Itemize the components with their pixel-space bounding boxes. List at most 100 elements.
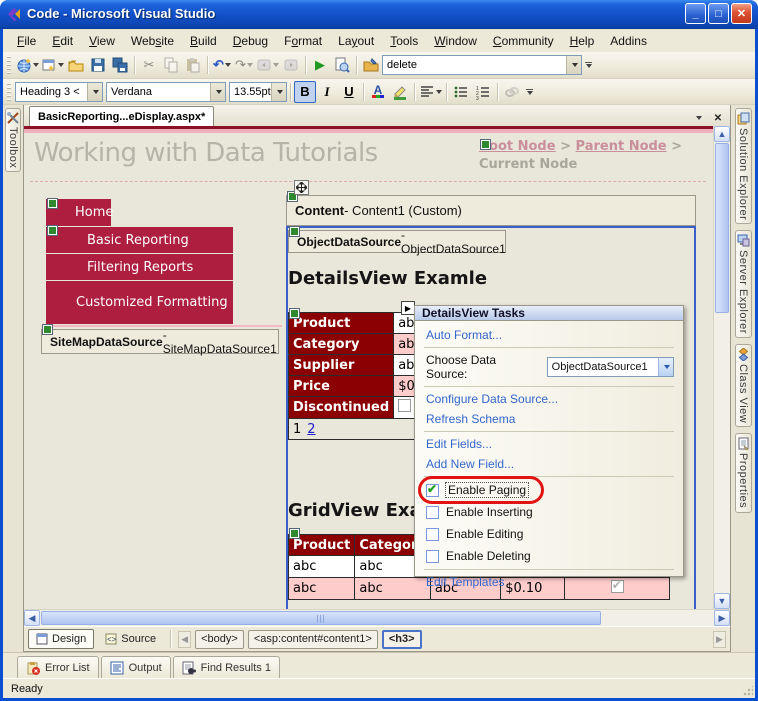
menu-view[interactable]: View bbox=[81, 31, 123, 51]
menu-community[interactable]: Community bbox=[485, 31, 562, 51]
data-source-combobox[interactable]: ObjectDataSource1 bbox=[546, 357, 674, 377]
add-new-item-button[interactable] bbox=[40, 54, 65, 76]
menu-debug[interactable]: Debug bbox=[225, 31, 276, 51]
save-button[interactable] bbox=[87, 54, 109, 76]
style-combobox-dropdown[interactable] bbox=[87, 82, 102, 101]
add-new-field-link[interactable]: Add New Field... bbox=[424, 454, 674, 474]
toolbox-tab[interactable]: Toolbox bbox=[5, 108, 21, 173]
scroll-left-button[interactable]: ◀ bbox=[24, 610, 40, 626]
paste-button[interactable] bbox=[182, 54, 204, 76]
font-size-combobox-value[interactable]: 13.55pt bbox=[230, 86, 271, 98]
font-combobox-value[interactable]: Verdana bbox=[107, 86, 210, 98]
tag-navigator-left-arrow[interactable]: ◀ bbox=[178, 630, 192, 648]
solution-explorer-tab[interactable]: Solution Explorer bbox=[734, 108, 752, 225]
align-button[interactable] bbox=[418, 81, 443, 103]
vertical-scroll-thumb[interactable] bbox=[715, 143, 729, 313]
toolbar-overflow-button[interactable] bbox=[582, 54, 594, 76]
copy-button[interactable] bbox=[160, 54, 182, 76]
pager-page-link[interactable]: 2 bbox=[307, 422, 315, 437]
navigate-backward-button[interactable] bbox=[255, 54, 280, 76]
resize-grip[interactable] bbox=[743, 686, 753, 696]
edit-fields-link[interactable]: Edit Fields... bbox=[424, 434, 674, 454]
error-list-tab[interactable]: Error List bbox=[17, 656, 99, 678]
toolbar-grip[interactable] bbox=[7, 56, 11, 74]
horizontal-scroll-thumb[interactable] bbox=[41, 611, 601, 625]
title-bar[interactable]: Code - Microsoft Visual Studio _ □ ✕ bbox=[0, 0, 758, 29]
menu-help[interactable]: Help bbox=[562, 31, 603, 51]
tab-list-dropdown-button[interactable] bbox=[690, 110, 706, 126]
style-combobox-value[interactable]: Heading 3 < bbox=[16, 86, 87, 98]
numbered-list-button[interactable]: 123 bbox=[472, 81, 494, 103]
menu-build[interactable]: Build bbox=[182, 31, 225, 51]
scroll-down-button[interactable]: ▼ bbox=[714, 593, 730, 609]
enable-editing-checkbox[interactable] bbox=[426, 527, 439, 541]
vertical-scrollbar[interactable]: ▲ ▼ bbox=[713, 126, 730, 609]
server-explorer-tab[interactable]: Server Explorer bbox=[734, 230, 752, 339]
font-combobox[interactable]: Verdana bbox=[106, 81, 226, 102]
italic-button[interactable]: I bbox=[316, 81, 338, 103]
nav-item-basic-reporting[interactable]: Basic Reporting bbox=[46, 227, 233, 253]
menu-website[interactable]: Website bbox=[123, 31, 182, 51]
auto-format-link[interactable]: Auto Format... bbox=[424, 325, 674, 345]
bullet-list-button[interactable] bbox=[450, 81, 472, 103]
menu-tools[interactable]: Tools bbox=[382, 31, 426, 51]
bold-button[interactable]: B bbox=[294, 80, 316, 103]
breadcrumb-parent-link[interactable]: Parent Node bbox=[576, 139, 667, 154]
find-in-files-button[interactable] bbox=[360, 54, 382, 76]
font-size-combobox[interactable]: 13.55pt bbox=[229, 81, 287, 102]
content-control-header[interactable]: Content - Content1 (Custom) bbox=[286, 195, 696, 226]
find-combobox-dropdown[interactable] bbox=[566, 56, 581, 74]
data-source-combobox-dropdown[interactable] bbox=[658, 358, 673, 376]
enable-paging-checkbox[interactable] bbox=[426, 482, 439, 497]
cut-button[interactable]: ✂ bbox=[138, 54, 160, 76]
horizontal-scrollbar[interactable]: ◀ ▶ bbox=[24, 609, 730, 626]
tag-navigator-right-arrow[interactable]: ▶ bbox=[713, 630, 726, 648]
start-debugging-button[interactable]: ▶ bbox=[309, 54, 331, 76]
menu-addins[interactable]: Addins bbox=[602, 31, 655, 51]
menu-edit[interactable]: Edit bbox=[44, 31, 81, 51]
data-source-combobox-value[interactable]: ObjectDataSource1 bbox=[548, 361, 658, 373]
undo-button[interactable]: ↶ bbox=[211, 54, 233, 76]
source-view-button[interactable]: <> Source bbox=[98, 629, 163, 649]
output-tab[interactable]: Output bbox=[100, 656, 171, 678]
nav-item-filtering-reports[interactable]: Filtering Reports bbox=[46, 254, 233, 280]
menu-file[interactable]: File bbox=[9, 31, 44, 51]
design-surface[interactable]: Working with Data Tutorials Root Node > … bbox=[24, 126, 713, 609]
find-combobox-value[interactable]: delete bbox=[383, 59, 566, 71]
close-document-button[interactable]: ✕ bbox=[710, 110, 726, 126]
edit-templates-link[interactable]: Edit Templates bbox=[424, 572, 674, 592]
move-handle-icon[interactable] bbox=[294, 180, 309, 195]
scroll-right-button[interactable]: ▶ bbox=[714, 610, 730, 626]
underline-button[interactable]: U bbox=[338, 81, 360, 103]
new-website-button[interactable] bbox=[15, 54, 40, 76]
enable-inserting-checkbox[interactable] bbox=[426, 505, 439, 519]
objectdatasource-control[interactable]: ObjectDataSource - ObjectDataSource1 bbox=[288, 228, 506, 256]
hyperlink-button[interactable] bbox=[501, 81, 523, 103]
font-color-button[interactable]: A bbox=[367, 81, 389, 103]
close-button[interactable]: ✕ bbox=[731, 3, 752, 24]
navigate-forward-button[interactable] bbox=[280, 54, 302, 76]
smart-tag-button[interactable]: ▶ bbox=[401, 301, 415, 315]
find-combobox[interactable]: delete bbox=[382, 55, 582, 75]
discontinued-checkbox[interactable] bbox=[398, 399, 412, 412]
view-in-browser-button[interactable] bbox=[331, 54, 353, 76]
save-all-button[interactable] bbox=[109, 54, 131, 76]
open-file-button[interactable] bbox=[65, 54, 87, 76]
document-tab[interactable]: BasicReporting...eDisplay.aspx* bbox=[29, 106, 215, 126]
tag-h3[interactable]: <h3> bbox=[381, 629, 422, 649]
find-results-tab[interactable]: Find Results 1 bbox=[172, 656, 280, 678]
scroll-up-button[interactable]: ▲ bbox=[714, 126, 730, 142]
redo-button[interactable]: ↷ bbox=[233, 54, 255, 76]
menu-format[interactable]: Format bbox=[276, 31, 330, 51]
tag-body[interactable]: <body> bbox=[195, 629, 244, 649]
sitemapdatasource-control[interactable]: SiteMapDataSource - SiteMapDataSource1 bbox=[41, 328, 279, 356]
nav-item-customized-formatting[interactable]: Customized Formatting bbox=[46, 281, 233, 324]
configure-data-source-link[interactable]: Configure Data Source... bbox=[424, 389, 674, 409]
toolbar-grip[interactable] bbox=[7, 82, 11, 101]
style-combobox[interactable]: Heading 3 < bbox=[15, 81, 103, 102]
refresh-schema-link[interactable]: Refresh Schema bbox=[424, 409, 674, 429]
highlight-button[interactable] bbox=[389, 81, 411, 103]
tag-asp-content[interactable]: <asp:content#content1> bbox=[247, 629, 378, 649]
class-view-tab[interactable]: Class View bbox=[734, 344, 752, 428]
design-view-button[interactable]: Design bbox=[28, 629, 95, 649]
